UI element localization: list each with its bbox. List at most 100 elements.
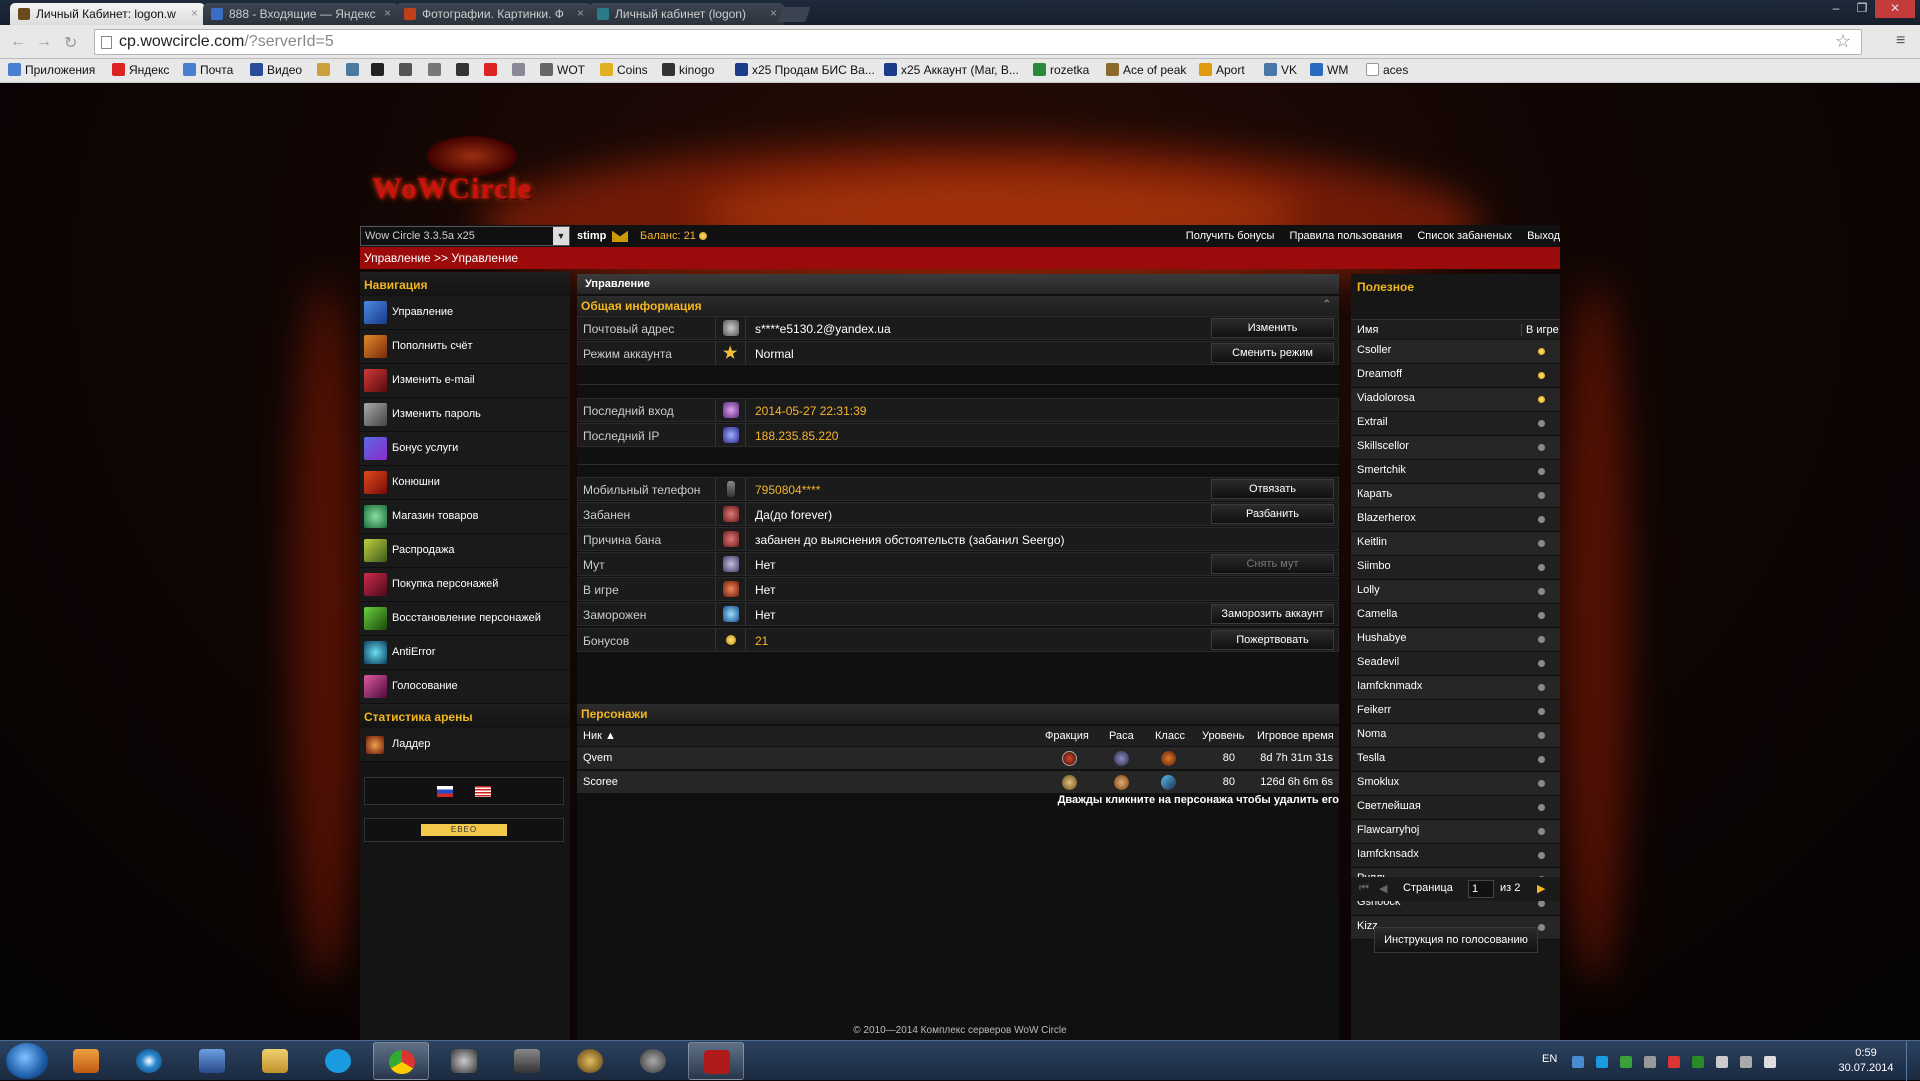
player-row[interactable]: Flawcarryhoj [1351, 820, 1560, 844]
tray-icon[interactable] [1668, 1056, 1680, 1068]
tab-photos[interactable]: Фотографии. Картинки. Ф × [396, 3, 591, 25]
player-row[interactable]: Camella [1351, 604, 1560, 628]
player-row[interactable]: Seadevil [1351, 652, 1560, 676]
taskbar-app-3[interactable] [184, 1042, 240, 1080]
get-bonuses-link[interactable]: Получить бонусы [1186, 230, 1275, 242]
taskbar-explorer[interactable] [247, 1042, 303, 1080]
tray-icon[interactable] [1692, 1056, 1704, 1068]
player-row[interactable]: Iamfcknmadx [1351, 676, 1560, 700]
player-row[interactable]: Dreamoff [1351, 364, 1560, 388]
player-row[interactable]: Viadolorosa [1351, 388, 1560, 412]
bookmark-wot[interactable]: WOT [540, 63, 585, 77]
rules-link[interactable]: Правила пользования [1290, 230, 1403, 242]
change-mode-button[interactable]: Сменить режим [1211, 343, 1334, 363]
bookmark-icon-3[interactable] [371, 63, 388, 77]
bookmark-icon-6[interactable] [456, 63, 473, 77]
nav-item-antierror[interactable]: AntiError [360, 636, 570, 670]
banned-list-link[interactable]: Список забаненых [1417, 230, 1512, 242]
voting-instructions-button[interactable]: Инструкция по голосованию [1374, 927, 1538, 953]
close-icon[interactable]: × [577, 6, 584, 20]
bookmark-icon-8[interactable] [512, 63, 529, 77]
tab-personal-cabinet[interactable]: Личный Кабинет: logon.w × [10, 3, 205, 25]
player-row[interactable]: Teslla [1351, 748, 1560, 772]
nav-item-top-up[interactable]: Пополнить счёт [360, 330, 570, 364]
taskbar-dota[interactable] [688, 1042, 744, 1080]
freeze-account-button[interactable]: Заморозить аккаунт [1211, 604, 1334, 624]
col-name[interactable]: Имя [1357, 324, 1378, 336]
player-row[interactable]: Smertchik [1351, 460, 1560, 484]
character-row[interactable]: Qvem 80 8d 7h 31m 31s [577, 747, 1339, 770]
tray-icon[interactable] [1620, 1056, 1632, 1068]
player-row[interactable]: Siimbo [1351, 556, 1560, 580]
col-playtime[interactable]: Игровое время [1257, 730, 1334, 742]
close-icon[interactable]: × [770, 6, 777, 20]
taskbar-wow[interactable] [562, 1042, 618, 1080]
nav-item-bonus-services[interactable]: Бонус услуги [360, 432, 570, 466]
back-icon[interactable]: ← [10, 33, 26, 51]
nav-item-voting[interactable]: Голосование [360, 670, 570, 704]
new-tab-button[interactable] [777, 7, 811, 22]
next-page-icon[interactable]: ▶ [1537, 882, 1545, 895]
player-row[interactable]: Карать [1351, 484, 1560, 508]
logout-link[interactable]: Выход [1527, 230, 1560, 242]
bookmark-vk[interactable]: VK [1264, 63, 1297, 77]
first-page-icon[interactable]: ⏮ [1359, 882, 1369, 895]
bookmark-aces[interactable]: aces [1366, 63, 1408, 77]
skype-tray-icon[interactable] [1596, 1056, 1608, 1068]
bookmark-video[interactable]: Видео [250, 63, 302, 77]
page-input[interactable]: 1 [1468, 880, 1494, 898]
character-row[interactable]: Scoree 80 126d 6h 6m 6s [577, 771, 1339, 794]
change-email-button[interactable]: Изменить [1211, 318, 1334, 338]
tray-icon[interactable] [1572, 1056, 1584, 1068]
close-window-button[interactable]: ✕ [1875, 0, 1915, 18]
bookmark-icon-7[interactable] [484, 63, 501, 77]
unban-button[interactable]: Разбанить [1211, 504, 1334, 524]
envelope-icon[interactable] [612, 230, 628, 242]
site-logo[interactable]: WoWCircle [372, 136, 532, 206]
bookmark-icon-5[interactable] [428, 63, 445, 77]
player-row[interactable]: Skillscellor [1351, 436, 1560, 460]
bookmark-icon-4[interactable] [399, 63, 416, 77]
unlink-phone-button[interactable]: Отвязать [1211, 479, 1334, 499]
taskbar-skype[interactable] [310, 1042, 366, 1080]
nav-item-shop[interactable]: Магазин товаров [360, 500, 570, 534]
nav-item-change-email[interactable]: Изменить e-mail [360, 364, 570, 398]
language-indicator[interactable]: EN [1542, 1053, 1557, 1065]
taskbar-media-player[interactable] [58, 1042, 114, 1080]
bookmark-kinogo[interactable]: kinogo [662, 63, 714, 77]
russian-flag-icon[interactable] [437, 786, 453, 797]
taskbar-app-2[interactable] [121, 1042, 177, 1080]
player-row[interactable]: Светлейшая [1351, 796, 1560, 820]
nav-item-restore-characters[interactable]: Восстановление персонажей [360, 602, 570, 636]
us-flag-icon[interactable] [475, 786, 491, 797]
bookmark-star-icon[interactable]: ☆ [1835, 31, 1851, 52]
network-icon[interactable] [1740, 1056, 1752, 1068]
server-select[interactable]: Wow Circle 3.3.5a x25 ▼ [360, 226, 570, 246]
volume-icon[interactable] [1764, 1056, 1776, 1068]
taskbar-steam[interactable] [436, 1042, 492, 1080]
col-race[interactable]: Раса [1109, 730, 1134, 742]
player-row[interactable]: Iamfcknsadx [1351, 844, 1560, 868]
bookmark-icon-1[interactable] [317, 63, 334, 77]
address-bar[interactable]: cp.wowcircle.com/?serverId=5 ☆ [94, 29, 1862, 55]
bookmark-apps[interactable]: Приложения [8, 63, 95, 77]
tab-yandex-mail[interactable]: 888 - Входящие — Яндекс × [203, 3, 398, 25]
nav-item-stables[interactable]: Конюшни [360, 466, 570, 500]
reload-icon[interactable]: ↻ [64, 33, 77, 53]
bookmark-ace-of-peak[interactable]: Ace of peak [1106, 63, 1186, 77]
bookmark-x25-bis[interactable]: x25 Продам БИС Ва... [735, 63, 875, 77]
col-nick[interactable]: Ник ▲ [583, 730, 616, 742]
tab-logon[interactable]: Личный кабинет (logon) × [589, 3, 784, 25]
taskbar-chrome[interactable] [373, 1042, 429, 1080]
start-button[interactable] [6, 1043, 48, 1079]
player-row[interactable]: Feikerr [1351, 700, 1560, 724]
clock[interactable]: 0:59 30.07.2014 [1836, 1046, 1896, 1076]
show-desktop-button[interactable] [1906, 1041, 1920, 1081]
flag-icon[interactable] [1716, 1056, 1728, 1068]
nav-item-ladder[interactable]: Ладдер [360, 728, 570, 762]
player-row[interactable]: Hushabye [1351, 628, 1560, 652]
nav-item-buy-characters[interactable]: Покупка персонажей [360, 568, 570, 602]
player-row[interactable]: Lolly [1351, 580, 1560, 604]
bookmark-aport[interactable]: Aport [1199, 63, 1245, 77]
collapse-icon[interactable]: ⌃ [1323, 299, 1331, 310]
